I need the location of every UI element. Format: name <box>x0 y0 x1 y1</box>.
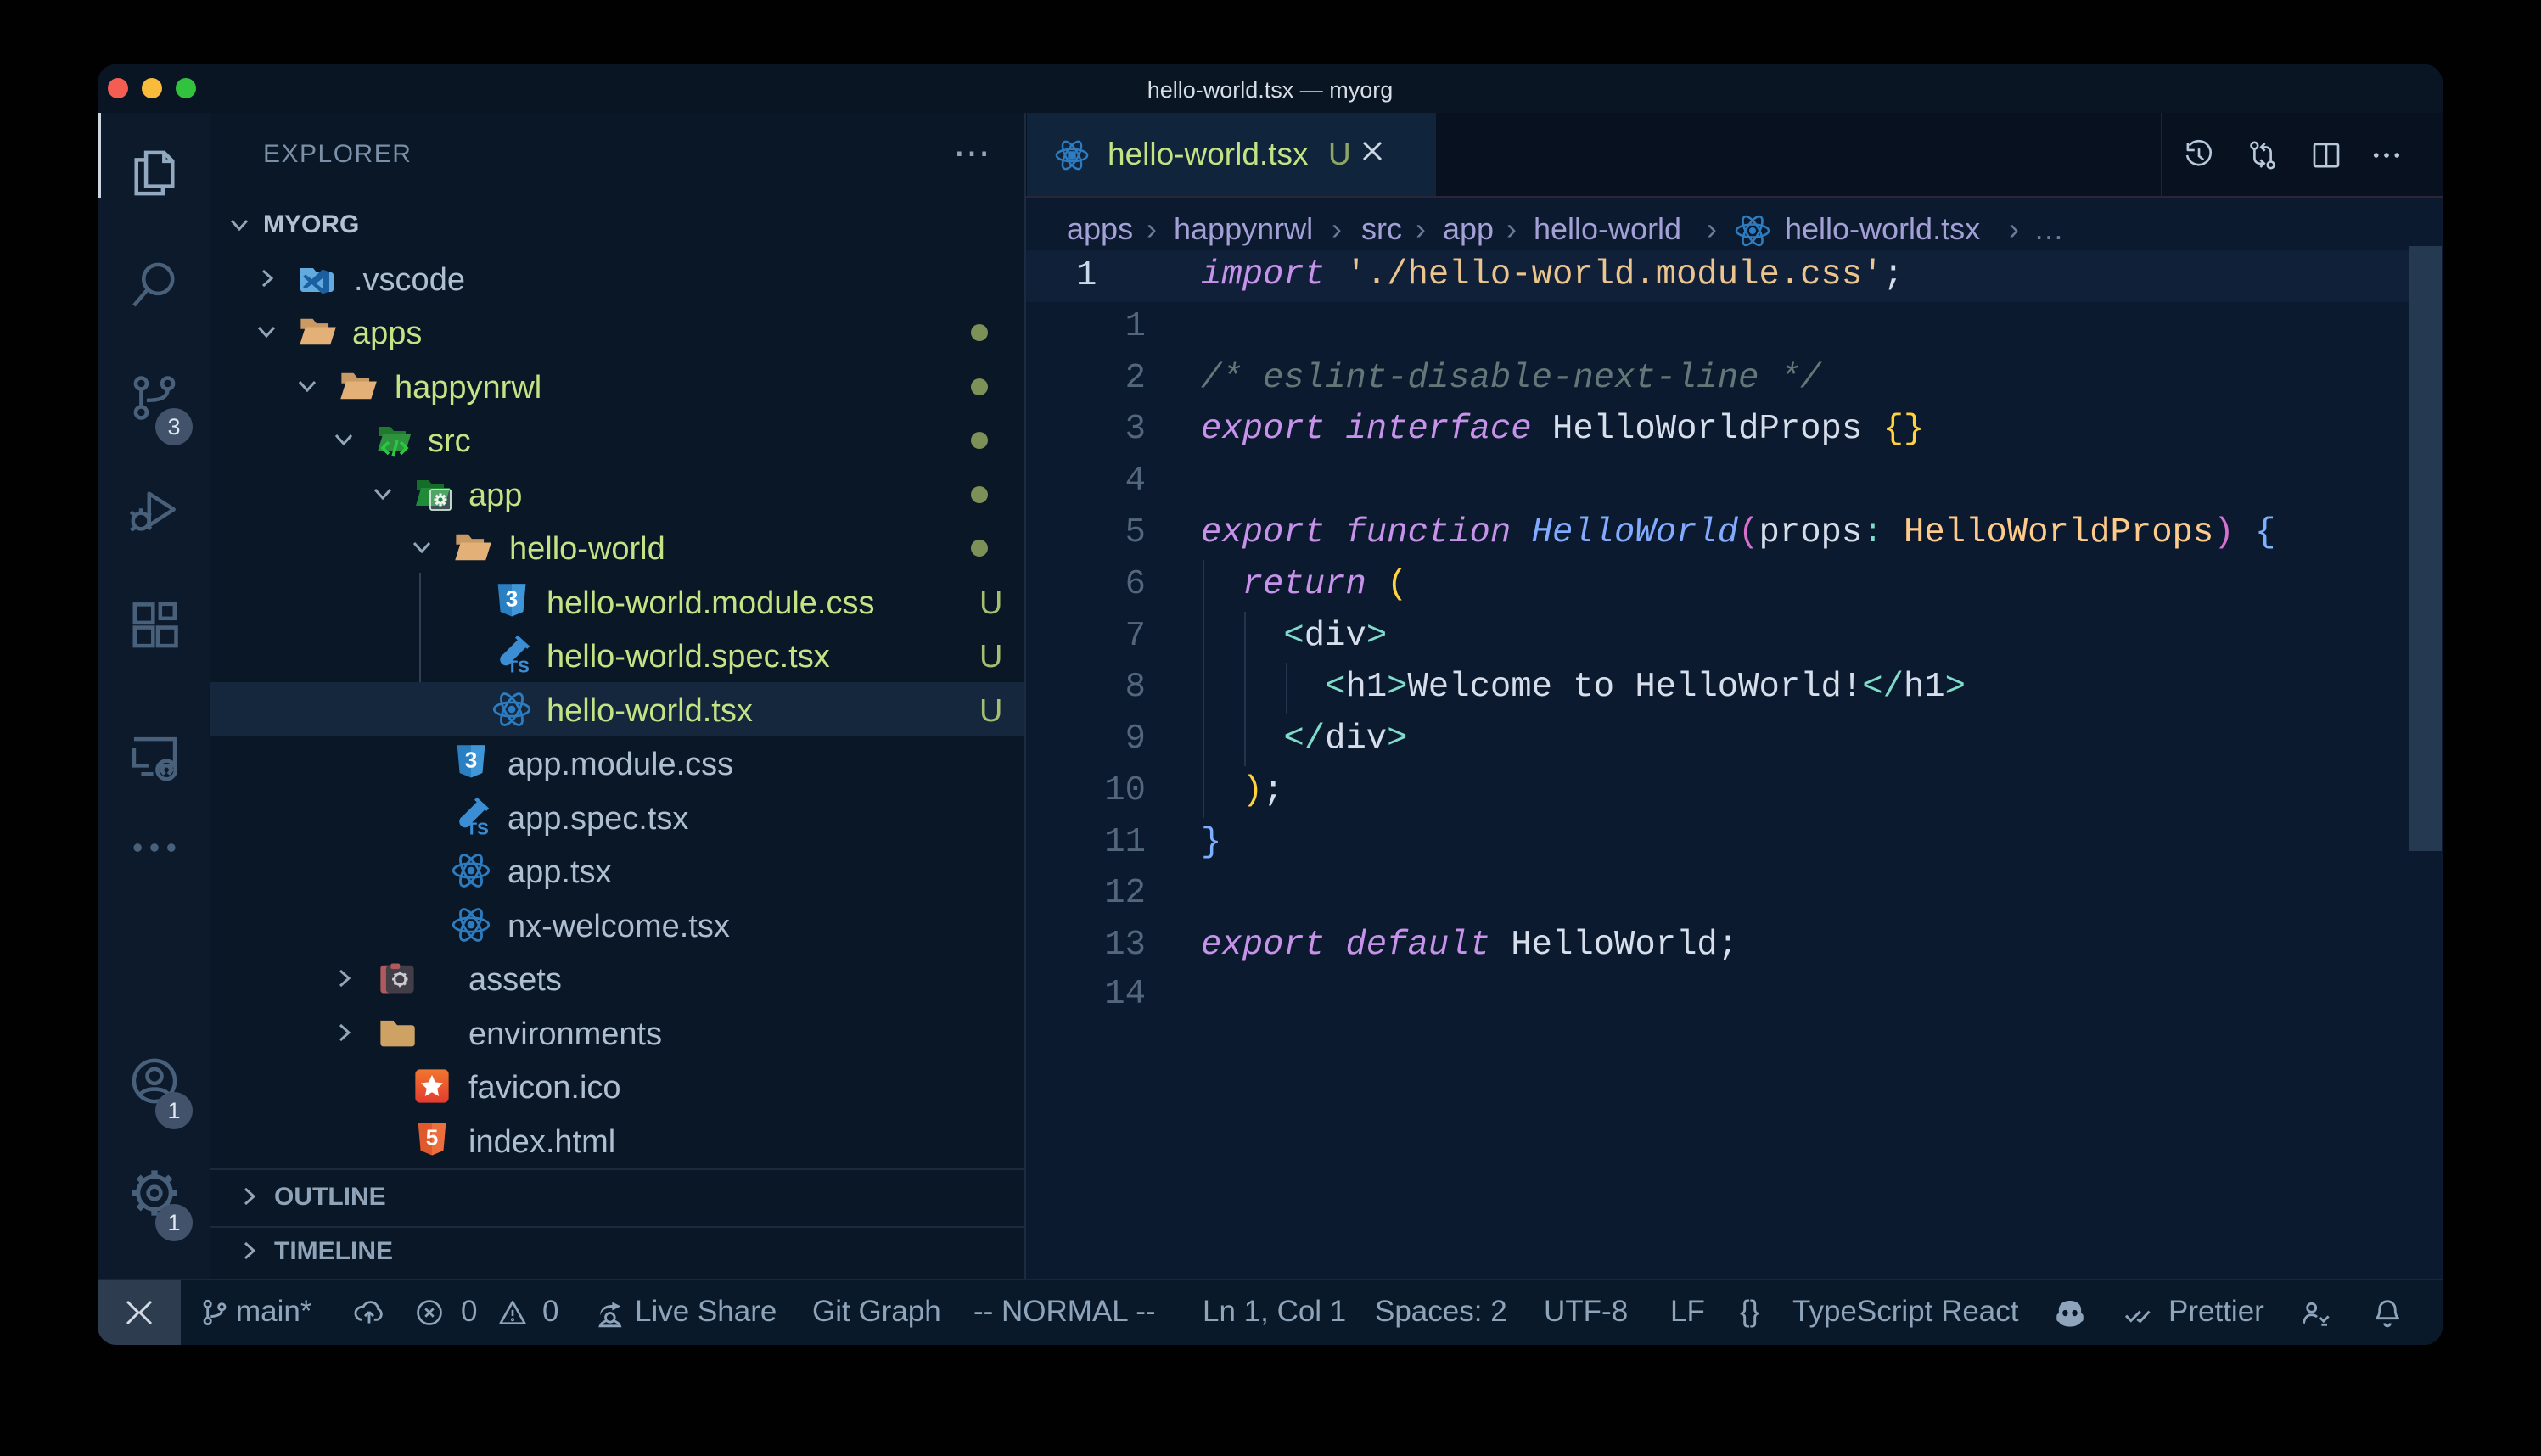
svg-text:3: 3 <box>465 747 478 772</box>
svg-text:TS: TS <box>507 658 530 675</box>
svg-text:3: 3 <box>506 585 519 611</box>
svg-text:TS: TS <box>466 820 489 837</box>
svg-text:5: 5 <box>426 1124 439 1150</box>
